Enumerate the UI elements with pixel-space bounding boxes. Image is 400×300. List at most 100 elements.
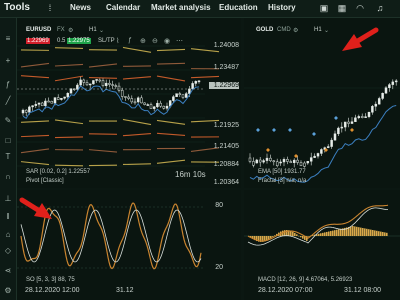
symbol-suffix: CMD <box>277 27 291 33</box>
grid-icon[interactable]: ▦ <box>336 3 348 14</box>
candle-body <box>31 105 34 108</box>
macd-histogram-bar <box>318 233 320 236</box>
pivot-level-line <box>20 161 50 166</box>
macd-histogram-bar <box>270 236 272 239</box>
candle-body <box>367 111 371 117</box>
candle-body <box>88 83 92 86</box>
more-icon[interactable]: ⋯ <box>176 37 183 45</box>
tools-menu[interactable]: Tools <box>4 2 30 13</box>
shapes-icon[interactable]: □ <box>2 136 14 146</box>
zoom-out-icon[interactable]: ⊖ <box>152 37 158 45</box>
stochastic-pane[interactable]: 80 20 SO [5, 3, 3] 88, 75 28.12.2020 12:… <box>17 190 241 300</box>
nav-education[interactable]: Education <box>219 3 258 12</box>
nav-calendar[interactable]: Calendar <box>106 3 140 12</box>
macd-histogram-bar <box>334 230 336 236</box>
macd-histogram-bar <box>384 232 386 236</box>
candle-body <box>384 87 388 94</box>
text-icon[interactable]: T <box>2 152 14 162</box>
nav-history[interactable]: History <box>268 3 296 12</box>
nav-market-analysis[interactable]: Market analysis <box>151 3 211 12</box>
bell-icon[interactable]: ♫ <box>374 3 386 14</box>
candle-body <box>28 106 31 113</box>
candle-body <box>316 153 320 157</box>
macd-histogram-bar <box>274 235 276 236</box>
stochastic-d-line <box>20 209 202 263</box>
candle-body <box>309 157 313 162</box>
so-indicator-label[interactable]: SO [5, 3, 3] 88, 75 <box>26 277 75 283</box>
pivot-level-line <box>88 149 118 153</box>
pencil-icon[interactable]: ✎ <box>2 116 14 126</box>
pivot-indicator-label[interactable]: Pivot [Classic] <box>26 178 64 184</box>
pivot-level-line <box>122 163 152 166</box>
window-icon[interactable]: ▣ <box>318 3 330 14</box>
pivot-level-line <box>20 134 50 138</box>
pivot-level-line <box>20 148 50 154</box>
list-icon[interactable]: ≡ <box>2 34 14 44</box>
timeframe-label[interactable]: H1 <box>89 27 97 33</box>
candle-body <box>258 159 262 163</box>
macd-indicator-label[interactable]: MACD [12, 26, 9] 4.67064, 5.26923 <box>258 277 352 283</box>
trend-icon[interactable]: ⌇ <box>116 37 119 45</box>
share-icon[interactable]: ⋖ <box>2 266 14 276</box>
sar-indicator-label[interactable]: SAR [0.02, 0.2] 1.22557 <box>26 169 90 175</box>
candle-body <box>165 105 169 109</box>
drawing-toolbar: ≡ + ƒ ╱ ✎ □ T ∩ ⊥ ‖ ⌂ ◇ ⋖ ⚙ <box>0 18 17 300</box>
function-icon[interactable]: ƒ <box>2 80 14 90</box>
macd-svg <box>244 204 400 246</box>
macd-histogram-bar <box>386 232 388 236</box>
pivot-level-line <box>122 46 152 53</box>
settings-icon[interactable]: ⚙ <box>293 27 298 34</box>
camera-icon[interactable]: ◉ <box>164 37 170 45</box>
layers-icon[interactable]: ◇ <box>2 246 14 256</box>
bid-price[interactable]: 1.22969 <box>26 38 50 44</box>
eurusd-price-pane[interactable]: EURUSD FX ⚙ H1 ⌄ 1.22969 0.5 1.22975 SL/… <box>17 18 241 188</box>
symbol-label[interactable]: GOLD <box>256 27 273 33</box>
pivot-level-line <box>156 48 186 52</box>
ask-price[interactable]: 1.22975 <box>67 38 91 44</box>
ema-indicator-label[interactable]: EMA [50] 1931.77 <box>258 169 306 175</box>
pivot-level-line <box>190 48 220 53</box>
timeframe-label[interactable]: H1 <box>314 27 322 33</box>
macd-histogram-bar <box>330 231 332 236</box>
candle-body <box>140 97 143 104</box>
date-tick: 31.12 <box>116 287 134 294</box>
pivot-level-line <box>54 164 84 167</box>
magnet-icon[interactable]: ∩ <box>2 172 14 182</box>
line-tool-icon[interactable]: ╱ <box>2 96 14 106</box>
macd-pane[interactable]: MACD [12, 26, 9] 4.67064, 5.26923 28.12.… <box>244 190 400 300</box>
zoom-in-icon[interactable]: ⊕ <box>140 37 146 45</box>
candle-body <box>60 97 63 100</box>
settings-icon[interactable]: ⚙ <box>68 27 73 34</box>
indicator-icon[interactable]: ƒ <box>128 37 132 44</box>
candle-body <box>34 104 38 106</box>
candle-body <box>37 102 41 105</box>
macd-histogram-bar <box>322 232 324 236</box>
pivot-level-line <box>88 76 118 79</box>
osc-tick-80: 80 <box>215 202 223 209</box>
macd-histogram-bar <box>362 228 364 236</box>
lock-icon[interactable]: ⌂ <box>2 230 14 240</box>
candle-body <box>354 117 357 122</box>
chevron-down-icon[interactable]: ⌄ <box>99 27 104 34</box>
candle-body <box>50 101 54 104</box>
pivot-level-line <box>54 47 84 50</box>
settings-icon[interactable]: ⚙ <box>2 286 14 296</box>
fractal-indicator-label[interactable]: Fractal [3] n/a, n/a <box>258 178 306 184</box>
candle-body <box>350 121 354 124</box>
chevron-down-icon[interactable]: ⌄ <box>324 27 329 34</box>
nav-news[interactable]: News <box>70 3 91 12</box>
grid-dots-icon[interactable]: ⁞ <box>44 3 56 14</box>
chart-type-icon[interactable]: ‖ <box>2 212 14 222</box>
symbol-label[interactable]: EURUSD <box>26 27 51 33</box>
crosshair-icon[interactable]: + <box>2 56 14 66</box>
candle-body <box>364 116 367 118</box>
candle-body <box>282 159 286 163</box>
candle-body <box>289 161 293 163</box>
current-price-marker: 1.22969 <box>209 82 239 89</box>
sltp-button[interactable]: SL/TP <box>98 38 115 44</box>
gold-price-pane[interactable]: GOLD CMD ⚙ H1 ⌄ EMA [50] 1931.77 Fractal… <box>244 18 400 188</box>
ruler-icon[interactable]: ⊥ <box>2 194 14 204</box>
candle-body <box>326 146 330 148</box>
pivot-level-line <box>122 76 152 80</box>
pivot-level-line <box>156 119 186 125</box>
